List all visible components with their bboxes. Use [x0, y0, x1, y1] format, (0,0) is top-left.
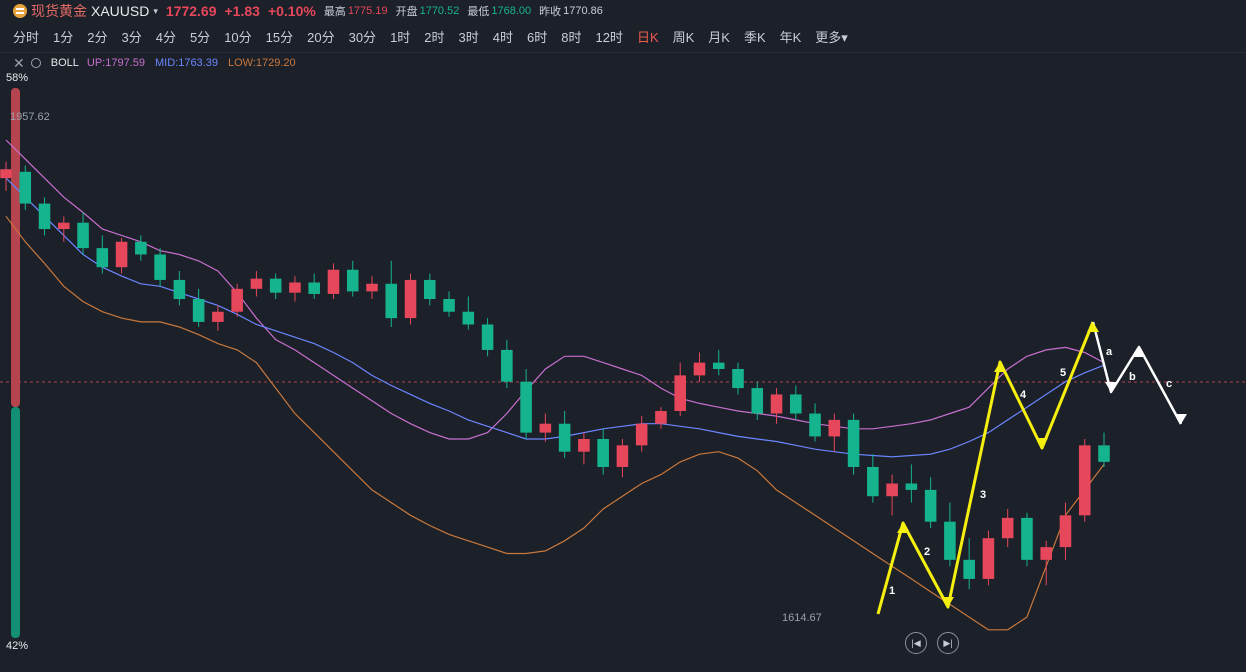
wave-label-2: 2 [924, 546, 930, 558]
candle-body [19, 171, 32, 204]
candle-body [250, 278, 263, 289]
candle-body [1078, 445, 1091, 516]
candle-body [289, 282, 301, 293]
candle-body [770, 394, 783, 414]
candle-body [732, 369, 744, 389]
wave-arrowhead [1175, 414, 1187, 424]
boll-lower-line [5, 215, 1105, 631]
candle-body [154, 254, 166, 280]
candle-body [1040, 547, 1052, 560]
candle-body [982, 538, 995, 579]
candle-body [1098, 445, 1110, 462]
candle-body [385, 283, 398, 319]
candle-body [674, 375, 686, 411]
candle-body [655, 410, 667, 424]
candle-body [712, 362, 725, 369]
candle-body [616, 445, 629, 467]
candle-body [424, 279, 436, 300]
candle-body [520, 381, 532, 433]
candle-body [404, 279, 417, 319]
correction-wave-line [1091, 321, 1183, 425]
candle-body [346, 269, 359, 292]
candle-body [886, 483, 898, 497]
candle-body [809, 413, 821, 437]
candle-body [481, 324, 494, 350]
wave-arrowhead [994, 362, 1006, 372]
candle-body [1021, 517, 1033, 560]
candle-body [1001, 517, 1014, 539]
scroll-right-button[interactable]: ▶| [937, 632, 959, 654]
candle-body [944, 521, 956, 560]
candle-body [173, 279, 186, 300]
candle-body [38, 203, 51, 230]
candle-body [558, 423, 571, 452]
candlestick-chart[interactable]: 1 2 3 4 5 a b c 1957.62 1614.67 [0, 0, 1246, 672]
candle-body [790, 394, 802, 414]
max-price-label: 1957.62 [10, 111, 50, 123]
candle-body [693, 362, 706, 376]
candle-body [212, 311, 224, 322]
candle-body [443, 299, 455, 312]
candle-body [0, 169, 12, 179]
wave-label-3: 3 [980, 489, 986, 501]
candle-body [58, 222, 70, 230]
candle-body [231, 288, 243, 312]
candle-body [1059, 515, 1072, 548]
boll-mid-line [5, 177, 1105, 458]
wave-arrowhead [1036, 438, 1048, 448]
candle-body [578, 438, 590, 452]
candle-body [539, 423, 552, 433]
candle-body [308, 282, 320, 294]
wave-label-5: 5 [1060, 367, 1066, 379]
candle-body [751, 388, 764, 414]
wave-label-a: a [1106, 346, 1113, 358]
candle-body [847, 419, 860, 467]
candle-body [327, 269, 340, 294]
candle-body [96, 248, 109, 268]
wave-label-4: 4 [1020, 389, 1027, 401]
candle-body [115, 241, 128, 268]
candle-body [269, 278, 282, 293]
wave-label-c: c [1166, 378, 1172, 390]
min-price-label: 1614.67 [782, 612, 822, 624]
wave-label-1: 1 [889, 585, 895, 597]
wave-label-b: b [1129, 371, 1136, 383]
candle-body [135, 241, 147, 255]
scroll-left-button[interactable]: |◀ [905, 632, 927, 654]
candle-body [828, 419, 841, 437]
candle-body [366, 283, 378, 292]
candle-body [77, 222, 89, 249]
candle-body [462, 311, 475, 325]
candle-body [501, 349, 513, 382]
candle-body [597, 438, 609, 467]
wave-arrowhead [1087, 322, 1099, 332]
candle-body [924, 489, 937, 522]
candle-body [963, 559, 975, 579]
candle-body [635, 423, 648, 446]
candle-body [192, 299, 205, 322]
candle-body [905, 483, 918, 490]
candle-body [867, 466, 879, 497]
